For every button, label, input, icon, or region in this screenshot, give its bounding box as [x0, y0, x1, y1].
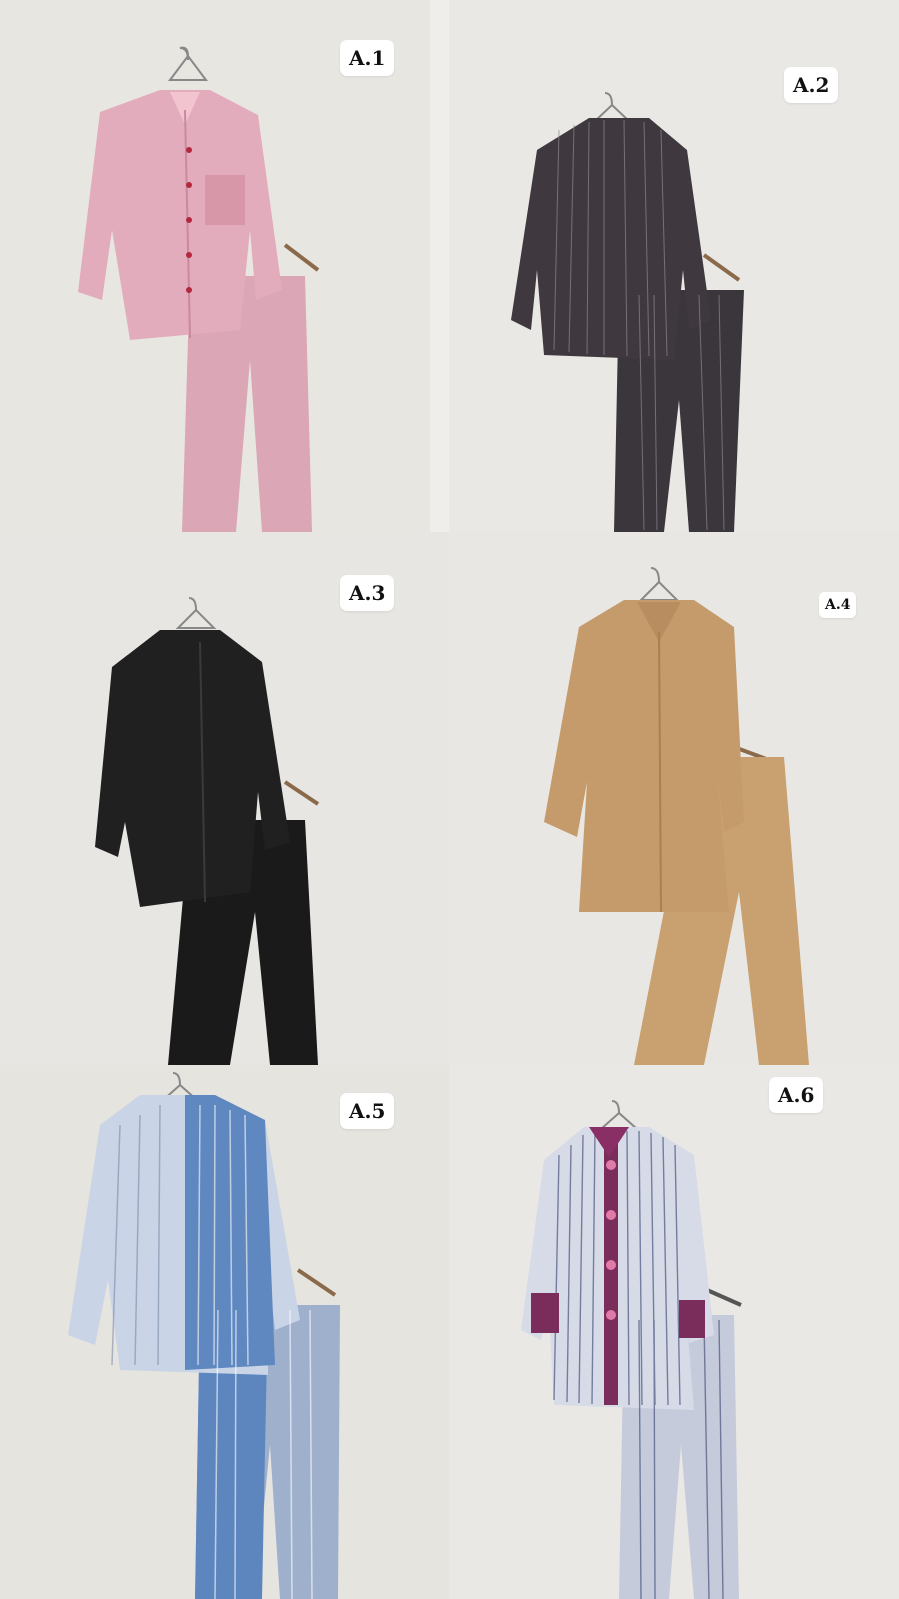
- outfit-a3-photo: [0, 532, 449, 1065]
- outfit-label-a2: A.2: [784, 67, 839, 103]
- outfit-tile-a6: A.6: [449, 1065, 899, 1599]
- outfit-collage: A.1 A.2 A.3 A.4 A.5 A.6: [0, 0, 899, 1599]
- outfit-label-a6: A.6: [769, 1077, 824, 1113]
- outfit-tile-a3: A.3: [0, 532, 449, 1065]
- outfit-label-a5: A.5: [340, 1093, 395, 1129]
- outfit-label-a1: A.1: [340, 40, 395, 76]
- outfit-tile-a1: A.1: [0, 0, 449, 532]
- outfit-tile-a2: A.2: [449, 0, 899, 532]
- outfit-label-a3: A.3: [340, 575, 395, 611]
- outfit-label-a4: A.4: [819, 592, 857, 618]
- outfit-a1-photo: [0, 0, 449, 532]
- outfit-a5-photo: [0, 1065, 449, 1599]
- outfit-a6-photo: [449, 1065, 899, 1599]
- outfit-tile-a4: A.4: [449, 532, 899, 1065]
- outfit-tile-a5: A.5: [0, 1065, 449, 1599]
